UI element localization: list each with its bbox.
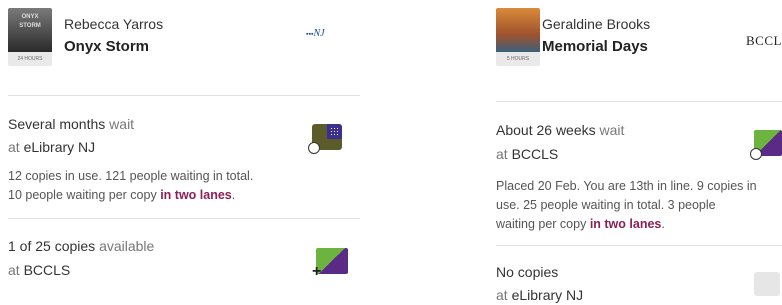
book-author: Rebecca Yarros bbox=[64, 16, 164, 32]
status-main: No copies bbox=[496, 264, 559, 280]
desc-end: . bbox=[661, 217, 665, 231]
library-logo-text: NJ bbox=[313, 28, 325, 39]
status-suffix: wait bbox=[599, 122, 625, 138]
status-main: Several months bbox=[8, 116, 106, 132]
hold-clock-icon[interactable] bbox=[750, 130, 782, 160]
add-book-icon[interactable]: + bbox=[312, 248, 348, 280]
unavailable-icon bbox=[754, 272, 780, 296]
desc-text: 10 people waiting per copy bbox=[8, 188, 157, 202]
book-title[interactable]: Onyx Storm bbox=[64, 38, 149, 55]
right-panel: 5 HOURS Geraldine Brooks Memorial Days B… bbox=[492, 0, 782, 303]
library-logo-text: BCCLS bbox=[746, 33, 782, 48]
duration-tag: 24 HOURS bbox=[8, 52, 52, 66]
divider bbox=[496, 245, 782, 246]
cover-text: ONYX bbox=[21, 14, 39, 20]
at-label: at bbox=[496, 146, 508, 162]
availability-status: 1 of 25 copies available bbox=[8, 238, 154, 254]
library-name[interactable]: BCCLS bbox=[24, 262, 71, 278]
desc-line: Placed 20 Feb. You are 13th in line. 9 c… bbox=[496, 179, 757, 193]
status-main: About 26 weeks bbox=[496, 122, 596, 138]
availability-library: at eLibrary NJ bbox=[8, 139, 95, 155]
at-label: at bbox=[496, 287, 508, 303]
library-name[interactable]: eLibrary NJ bbox=[512, 287, 584, 303]
availability-status: Several months wait bbox=[8, 116, 134, 132]
desc-line: 10 people waiting per copy in two lanes. bbox=[8, 186, 348, 205]
desc-line: 12 copies in use. 121 people waiting in … bbox=[8, 169, 254, 183]
cover-image: ONYX STORM bbox=[8, 8, 52, 52]
book-author: Geraldine Brooks bbox=[542, 16, 651, 32]
availability-status: About 26 weeks wait bbox=[496, 122, 624, 138]
plus-icon: + bbox=[312, 263, 322, 280]
book-cover[interactable]: 5 HOURS bbox=[496, 8, 540, 66]
cover-text: STORM bbox=[19, 23, 41, 29]
book-header: ONYX STORM 24 HOURS Rebecca Yarros Onyx … bbox=[0, 0, 370, 95]
duration-tag: 5 HOURS bbox=[496, 52, 540, 66]
two-lanes-link[interactable]: in two lanes bbox=[160, 188, 232, 202]
divider bbox=[496, 101, 782, 102]
availability-description: Placed 20 Feb. You are 13th in line. 9 c… bbox=[496, 177, 776, 234]
library-name[interactable]: eLibrary NJ bbox=[24, 139, 96, 155]
availability-library: at eLibrary NJ bbox=[496, 287, 583, 303]
status-main: 1 of 25 copies bbox=[8, 238, 96, 254]
book-title[interactable]: Memorial Days bbox=[542, 38, 648, 55]
desc-end: . bbox=[231, 188, 236, 202]
two-lanes-link[interactable]: in two lanes bbox=[590, 217, 662, 231]
book-cover[interactable]: ONYX STORM 24 HOURS bbox=[8, 8, 52, 66]
library-logo: BCCLS bbox=[746, 33, 782, 49]
availability-library: at BCCLS bbox=[496, 146, 558, 162]
divider bbox=[8, 95, 360, 96]
desc-line: waiting per copy in two lanes. bbox=[496, 215, 776, 234]
library-name[interactable]: BCCLS bbox=[512, 146, 559, 162]
at-label: at bbox=[8, 262, 20, 278]
availability-library: at BCCLS bbox=[8, 262, 70, 278]
cover-image bbox=[496, 8, 540, 52]
availability-description: 12 copies in use. 121 people waiting in … bbox=[8, 167, 348, 205]
duration-text: 5 HOURS bbox=[506, 56, 530, 62]
left-panel: ONYX STORM 24 HOURS Rebecca Yarros Onyx … bbox=[0, 0, 370, 280]
calendar-clock-icon[interactable] bbox=[308, 124, 342, 154]
at-label: at bbox=[8, 139, 20, 155]
availability-status: No copies bbox=[496, 264, 558, 280]
library-logo: ▪▪▪NJ bbox=[306, 28, 325, 39]
desc-text: waiting per copy bbox=[496, 217, 587, 231]
duration-text: 24 HOURS bbox=[17, 56, 43, 62]
book-header: 5 HOURS Geraldine Brooks Memorial Days B… bbox=[492, 0, 782, 95]
desc-line: use. 25 people waiting in total. 3 peopl… bbox=[496, 198, 716, 212]
status-suffix: available bbox=[99, 238, 155, 254]
divider bbox=[8, 218, 360, 219]
status-suffix: wait bbox=[109, 116, 135, 132]
